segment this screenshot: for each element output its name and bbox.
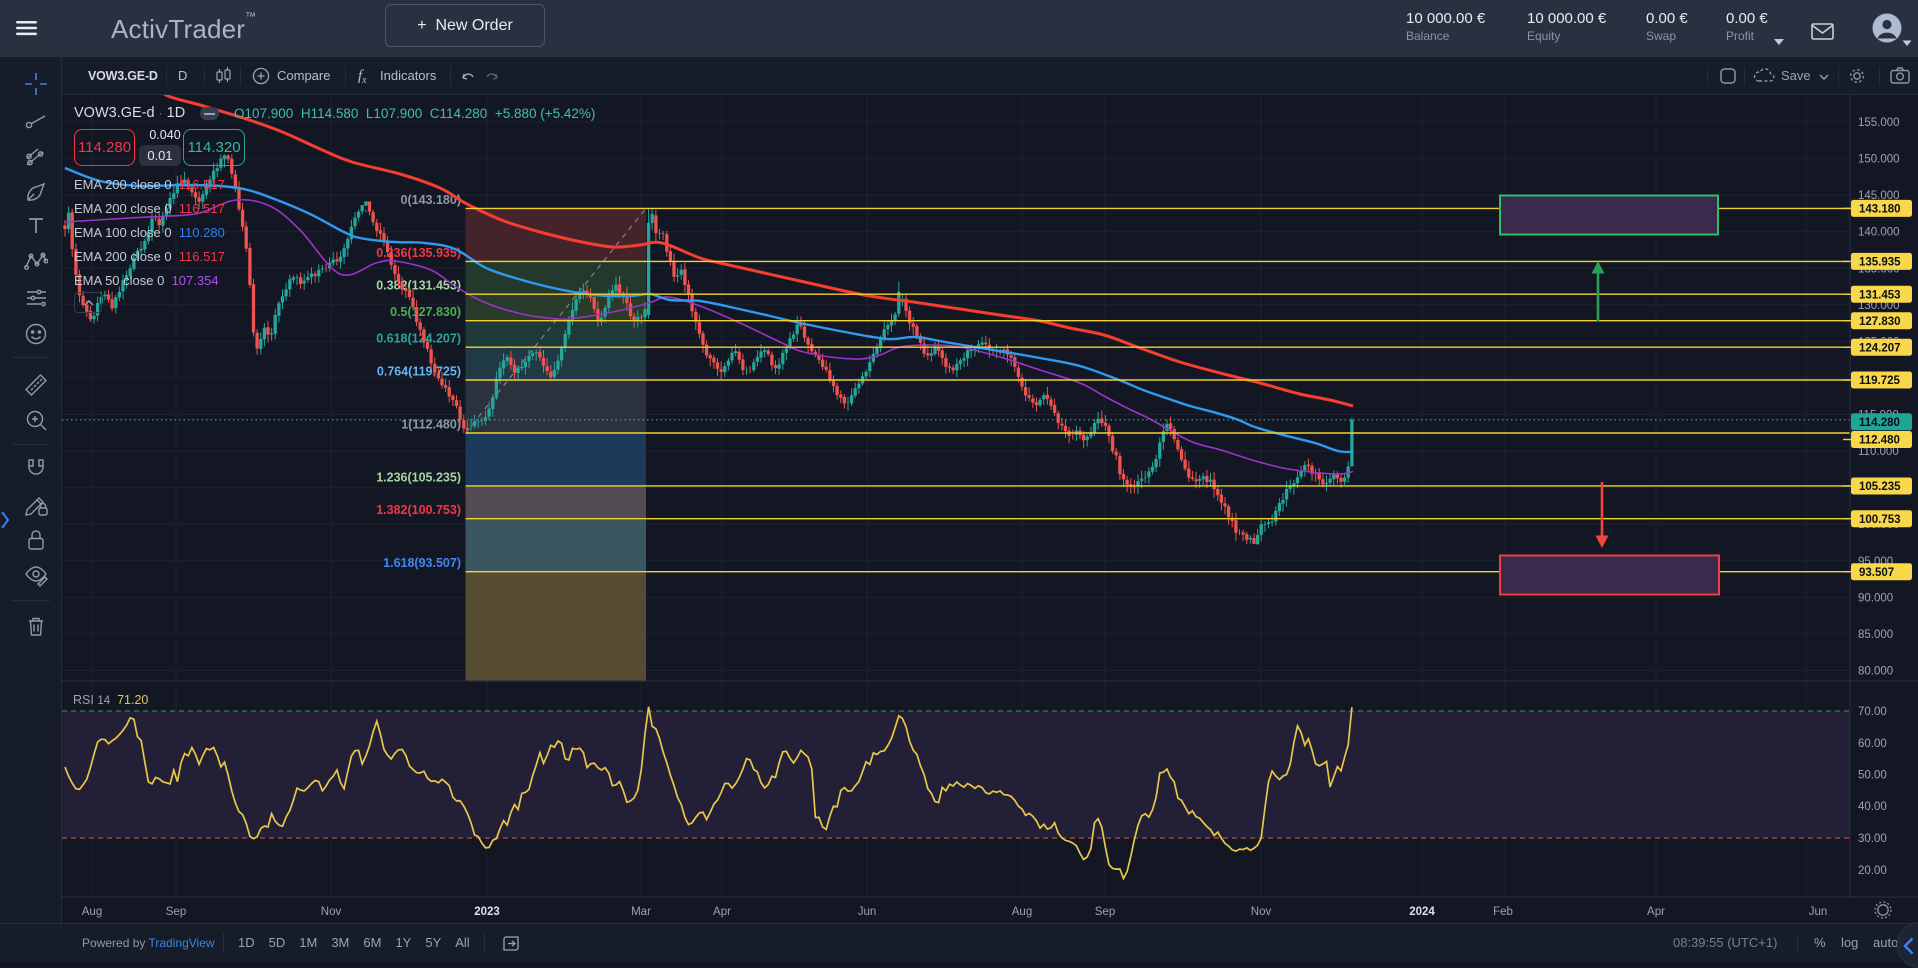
svg-text:124.207: 124.207 bbox=[1859, 342, 1901, 354]
svg-text:140.000: 140.000 bbox=[1858, 227, 1900, 239]
svg-text:Aug: Aug bbox=[82, 906, 102, 918]
svg-text:30.00: 30.00 bbox=[1858, 833, 1887, 845]
svg-text:Jun: Jun bbox=[858, 906, 877, 918]
svg-text:100.753: 100.753 bbox=[1859, 514, 1901, 526]
svg-text:40.00: 40.00 bbox=[1858, 801, 1887, 813]
svg-text:105.235: 105.235 bbox=[1859, 481, 1901, 493]
svg-text:119.725: 119.725 bbox=[1859, 375, 1901, 387]
svg-text:112.480: 112.480 bbox=[1859, 435, 1900, 447]
svg-text:Nov: Nov bbox=[1251, 906, 1272, 918]
svg-text:60.00: 60.00 bbox=[1858, 738, 1887, 750]
svg-text:70.00: 70.00 bbox=[1858, 706, 1887, 718]
svg-text:90.000: 90.000 bbox=[1858, 592, 1893, 604]
svg-text:Aug: Aug bbox=[1012, 906, 1032, 918]
svg-text:Sep: Sep bbox=[1095, 906, 1115, 918]
svg-text:20.00: 20.00 bbox=[1858, 865, 1887, 877]
svg-text:1.236(105.235): 1.236(105.235) bbox=[376, 470, 461, 484]
svg-text:155.000: 155.000 bbox=[1858, 117, 1900, 129]
svg-text:143.180: 143.180 bbox=[1859, 204, 1901, 216]
svg-text:Apr: Apr bbox=[713, 906, 731, 918]
svg-text:0.764(119.725): 0.764(119.725) bbox=[377, 365, 461, 379]
svg-text:85.000: 85.000 bbox=[1858, 629, 1893, 641]
svg-text:2024: 2024 bbox=[1409, 906, 1435, 918]
svg-text:Feb: Feb bbox=[1493, 906, 1513, 918]
svg-text:0.618(124.207): 0.618(124.207) bbox=[376, 332, 461, 346]
svg-text:114.280: 114.280 bbox=[1859, 417, 1900, 429]
svg-text:1.382(100.753): 1.382(100.753) bbox=[376, 503, 461, 517]
svg-text:135.935: 135.935 bbox=[1859, 257, 1901, 269]
svg-text:Nov: Nov bbox=[321, 906, 342, 918]
svg-text:131.453: 131.453 bbox=[1859, 289, 1901, 301]
svg-text:1.618(93.507): 1.618(93.507) bbox=[383, 556, 461, 570]
svg-text:Mar: Mar bbox=[631, 906, 651, 918]
svg-text:Jun: Jun bbox=[1809, 906, 1828, 918]
svg-text:Apr: Apr bbox=[1647, 906, 1665, 918]
svg-text:Sep: Sep bbox=[166, 906, 186, 918]
svg-text:150.000: 150.000 bbox=[1858, 154, 1900, 166]
svg-text:80.000: 80.000 bbox=[1858, 666, 1893, 678]
svg-text:127.830: 127.830 bbox=[1859, 316, 1901, 328]
svg-text:0.5(127.830): 0.5(127.830) bbox=[390, 305, 461, 319]
svg-text:93.507: 93.507 bbox=[1859, 567, 1894, 579]
svg-text:50.00: 50.00 bbox=[1858, 770, 1887, 782]
svg-text:2023: 2023 bbox=[474, 906, 500, 918]
